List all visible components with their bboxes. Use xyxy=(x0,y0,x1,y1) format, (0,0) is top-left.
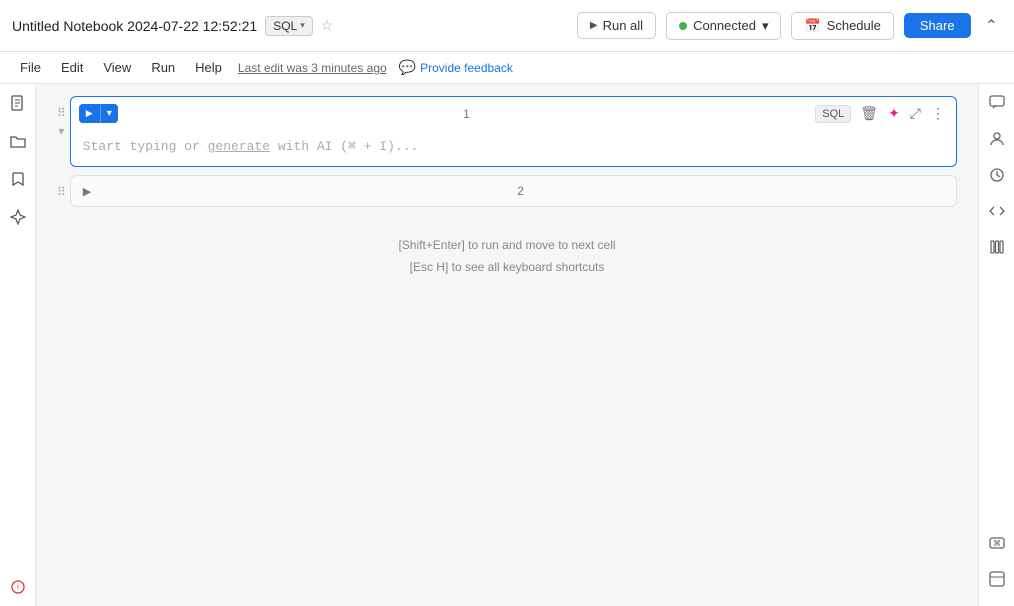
cell-1-header: ▶ ▾ 1 SQL 🗑 ✦ ⤢ ⋮ xyxy=(71,97,956,130)
cell-ai-button[interactable]: ✦ xyxy=(885,103,903,124)
cell-row-2: ⠿ ▶ 2 xyxy=(57,175,957,207)
menu-edit[interactable]: Edit xyxy=(53,57,91,78)
main-area: ! ⠿ ▾ ▶ ▾ xyxy=(0,84,1014,606)
cell-2[interactable]: ▶ 2 xyxy=(70,175,957,207)
sql-chevron-icon: ▾ xyxy=(300,20,305,31)
title-bar-actions: ▶ Run all Connected ▾ 📅 Schedule Share ⌃ xyxy=(577,12,1002,40)
cell-drag-2: ⠿ xyxy=(57,175,66,199)
right-icon-user[interactable] xyxy=(986,128,1008,150)
menu-bar: File Edit View Run Help Last edit was 3 … xyxy=(0,52,1014,84)
connected-chevron-icon: ▾ xyxy=(762,18,769,34)
connected-status-dot xyxy=(679,22,687,30)
title-bar: Untitled Notebook 2024-07-22 12:52:21 SQ… xyxy=(0,0,1014,52)
cell-row-1: ⠿ ▾ ▶ ▾ 1 SQL xyxy=(57,96,957,167)
right-icon-code[interactable] xyxy=(986,200,1008,222)
cell-expand-icon[interactable]: ▾ xyxy=(58,124,64,138)
hint-2: [Esc H] to see all keyboard shortcuts xyxy=(77,257,937,279)
cell-2-play-icon[interactable]: ▶ xyxy=(83,185,91,198)
cell-1-number: 1 xyxy=(124,107,810,121)
hint-area: [Shift+Enter] to run and move to next ce… xyxy=(57,215,957,298)
notebook-title: Untitled Notebook 2024-07-22 12:52:21 xyxy=(12,18,257,34)
menu-file[interactable]: File xyxy=(12,57,49,78)
cell-more-button[interactable]: ⋮ xyxy=(928,103,948,124)
star-icon[interactable]: ☆ xyxy=(321,17,334,34)
cell-2-header: ▶ 2 xyxy=(71,176,956,206)
play-icon: ▶ xyxy=(590,20,598,31)
share-button[interactable]: Share xyxy=(904,13,971,38)
sql-badge[interactable]: SQL ▾ xyxy=(265,16,313,36)
cell-2-number: 2 xyxy=(97,184,944,198)
notebook-area: ⠿ ▾ ▶ ▾ 1 SQL xyxy=(36,84,978,606)
cell-1[interactable]: ▶ ▾ 1 SQL 🗑 ✦ ⤢ ⋮ xyxy=(70,96,957,167)
sidebar-icon-folder[interactable] xyxy=(7,130,29,152)
cell-drag-1: ⠿ ▾ xyxy=(57,96,66,138)
right-icon-history[interactable] xyxy=(986,164,1008,186)
left-sidebar: ! xyxy=(0,84,36,606)
cell-1-placeholder: Start typing or generate with AI (⌘ + I)… xyxy=(83,139,419,154)
last-edit-label[interactable]: Last edit was 3 minutes ago xyxy=(238,61,387,75)
run-arrow-icon: ▶ xyxy=(86,108,93,119)
right-sidebar: ⌘ xyxy=(978,84,1014,606)
run-btn-group[interactable]: ▶ ▾ xyxy=(79,104,118,123)
feedback-icon: 💬 xyxy=(399,59,416,76)
cell-expand-button[interactable]: ⤢ xyxy=(907,103,924,124)
generate-link[interactable]: generate xyxy=(208,139,270,154)
hint-1: [Shift+Enter] to run and move to next ce… xyxy=(77,235,937,257)
cell-1-body[interactable]: Start typing or generate with AI (⌘ + I)… xyxy=(71,130,956,166)
menu-run[interactable]: Run xyxy=(143,57,183,78)
sidebar-icon-page[interactable] xyxy=(7,92,29,114)
svg-text:!: ! xyxy=(16,584,18,593)
cell-1-actions: 🗑 ✦ ⤢ ⋮ xyxy=(857,103,948,124)
menu-view[interactable]: View xyxy=(95,57,139,78)
drag-handle-icon[interactable]: ⠿ xyxy=(57,106,66,120)
feedback-link[interactable]: 💬 Provide feedback xyxy=(399,59,513,76)
collapse-button[interactable]: ⌃ xyxy=(981,14,1002,38)
right-icon-keyboard-shortcut[interactable]: ⌘ xyxy=(986,532,1008,554)
sql-label: SQL xyxy=(273,19,297,33)
right-icon-layout[interactable] xyxy=(986,568,1008,590)
svg-text:⌘: ⌘ xyxy=(993,539,1001,548)
sidebar-icon-notification[interactable]: ! xyxy=(7,576,29,598)
run-all-button[interactable]: ▶ Run all xyxy=(577,12,656,39)
cell-delete-button[interactable]: 🗑 xyxy=(857,103,881,124)
run-btn-dropdown[interactable]: ▾ xyxy=(101,104,118,123)
cell-1-type-badge: SQL xyxy=(815,105,851,123)
drag-handle-2-icon[interactable]: ⠿ xyxy=(57,185,66,199)
cell-container: ⠿ ▾ ▶ ▾ 1 SQL xyxy=(37,96,977,298)
sidebar-icon-bookmark[interactable] xyxy=(7,168,29,190)
right-icon-chat[interactable] xyxy=(986,92,1008,114)
schedule-button[interactable]: 📅 Schedule xyxy=(791,12,893,40)
right-icon-library[interactable] xyxy=(986,236,1008,258)
cell-run-button[interactable]: ▶ xyxy=(79,104,100,123)
sidebar-icon-ai[interactable] xyxy=(7,206,29,228)
connected-button[interactable]: Connected ▾ xyxy=(666,12,781,40)
menu-help[interactable]: Help xyxy=(187,57,230,78)
calendar-icon: 📅 xyxy=(804,18,820,34)
